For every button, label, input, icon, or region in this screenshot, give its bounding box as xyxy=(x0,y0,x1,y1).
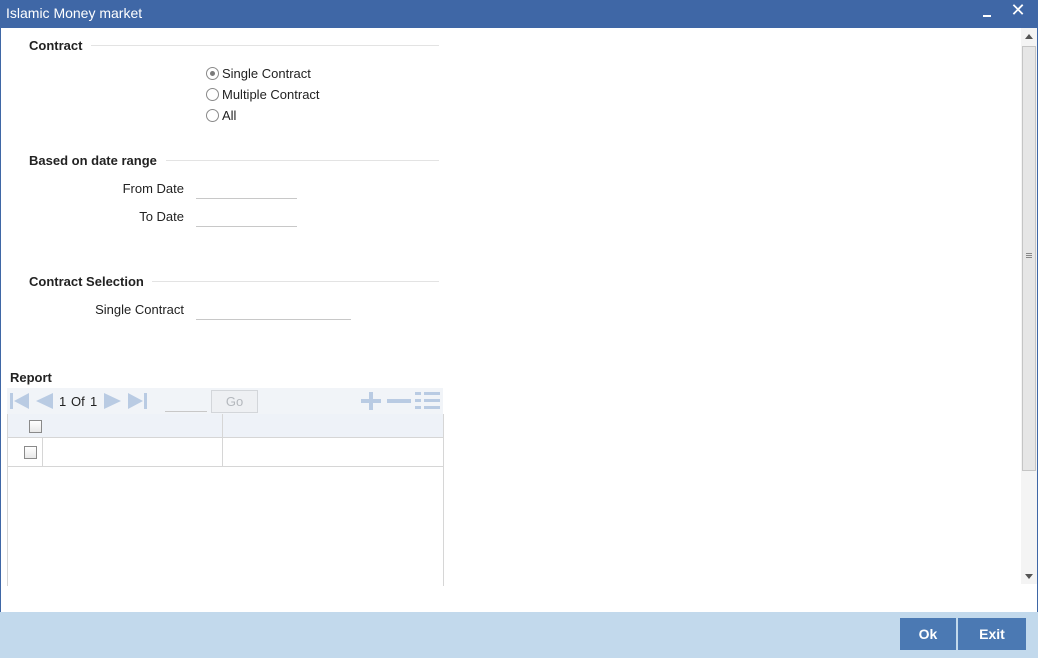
window-title: Islamic Money market xyxy=(6,5,143,21)
dialog-body: Contract Single Contract Multiple Contra… xyxy=(0,28,1038,612)
report-pager: 1 Of 1 Go xyxy=(7,388,443,414)
vertical-scrollbar[interactable] xyxy=(1021,28,1037,584)
exit-button[interactable]: Exit xyxy=(958,618,1026,650)
page-current: 1 xyxy=(59,394,67,409)
ok-button[interactable]: Ok xyxy=(900,618,956,650)
contract-selection-section-title: Contract Selection xyxy=(29,274,152,289)
go-button[interactable]: Go xyxy=(211,390,258,413)
radio-label: All xyxy=(222,107,237,123)
row-checkbox[interactable] xyxy=(24,446,37,459)
minimize-icon[interactable] xyxy=(980,3,994,23)
page-number-input[interactable] xyxy=(165,392,207,412)
single-contract-label: Single Contract xyxy=(95,302,184,317)
report-section-title: Report xyxy=(10,370,52,385)
select-all-checkbox[interactable] xyxy=(29,420,42,433)
table-row[interactable] xyxy=(8,438,443,467)
delete-row-icon[interactable] xyxy=(386,392,412,410)
radio-button[interactable] xyxy=(206,108,219,122)
next-page-icon[interactable] xyxy=(102,392,124,410)
to-date-input[interactable] xyxy=(196,207,297,227)
radio-button[interactable] xyxy=(206,66,219,80)
from-date-input[interactable] xyxy=(196,179,297,199)
report-grid xyxy=(7,414,444,586)
add-row-icon[interactable] xyxy=(359,392,383,410)
dialog-footer: Ok Exit xyxy=(0,612,1038,658)
from-date-label: From Date xyxy=(122,181,184,196)
last-page-icon[interactable] xyxy=(126,392,148,410)
date-range-section-title: Based on date range xyxy=(29,153,165,168)
single-contract-input[interactable] xyxy=(196,300,351,320)
section-divider xyxy=(151,281,439,282)
radio-single-contract[interactable]: Single Contract xyxy=(206,64,311,82)
column-divider xyxy=(42,438,43,466)
radio-label: Single Contract xyxy=(222,65,311,81)
radio-multiple-contract[interactable]: Multiple Contract xyxy=(206,85,320,103)
section-divider xyxy=(91,45,439,46)
radio-all[interactable]: All xyxy=(206,106,236,124)
to-date-label: To Date xyxy=(139,209,184,224)
column-divider xyxy=(222,414,223,437)
page-of-label: Of xyxy=(71,394,85,409)
contract-section-title: Contract xyxy=(29,38,91,53)
first-page-icon[interactable] xyxy=(9,392,31,410)
scrollbar-thumb[interactable] xyxy=(1022,46,1036,471)
scroll-up-icon[interactable] xyxy=(1025,34,1033,39)
radio-button[interactable] xyxy=(206,87,219,101)
scroll-down-icon[interactable] xyxy=(1025,574,1033,579)
title-bar: Islamic Money market ✕ xyxy=(0,0,1038,28)
page-total: 1 xyxy=(90,394,98,409)
single-record-view-icon[interactable] xyxy=(415,392,441,410)
column-divider xyxy=(222,438,223,466)
grid-header xyxy=(8,414,443,438)
previous-page-icon[interactable] xyxy=(33,392,55,410)
section-divider xyxy=(166,160,439,161)
radio-label: Multiple Contract xyxy=(222,86,320,102)
close-icon[interactable]: ✕ xyxy=(1009,0,1027,20)
